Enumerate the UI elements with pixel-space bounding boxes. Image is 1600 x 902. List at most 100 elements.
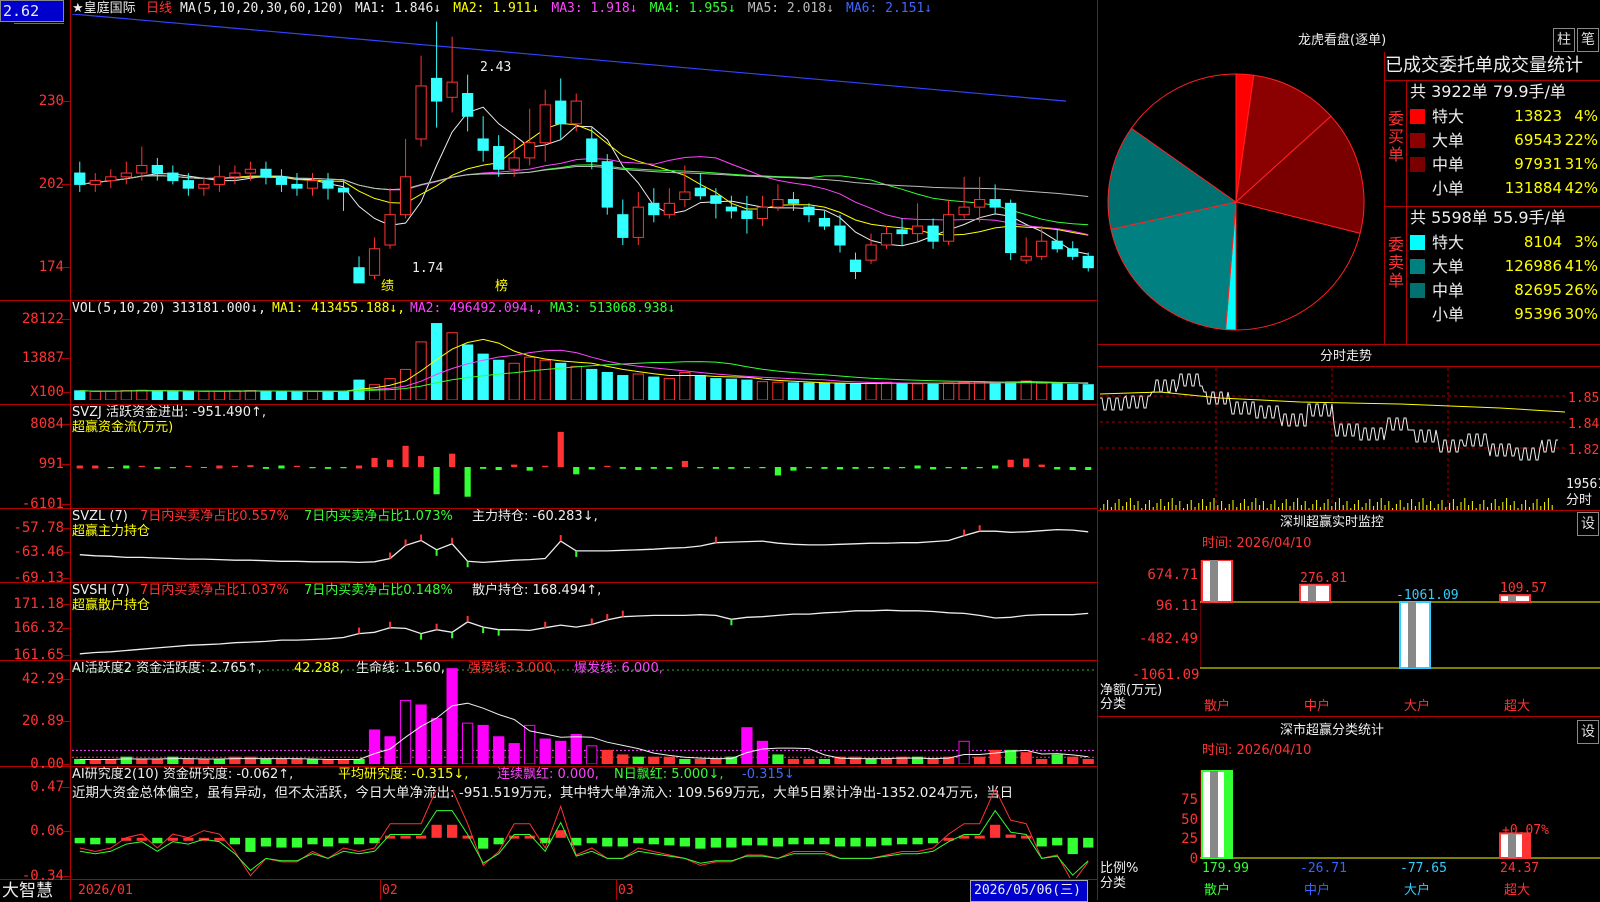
volume-bar: [880, 381, 893, 400]
svzl-chart[interactable]: [72, 518, 1096, 580]
ai-active-bar: [74, 758, 86, 764]
ai-research-bar: [1067, 837, 1078, 855]
volume-bar: [198, 390, 210, 400]
brand-label[interactable]: 大智慧: [2, 882, 53, 900]
ai-research-bar: [152, 837, 163, 844]
ai-research-bar: [896, 837, 908, 845]
volume-bar: [818, 382, 831, 400]
svzj-bar: [247, 465, 254, 468]
svzj-bar: [355, 465, 363, 469]
tab-tick-button[interactable]: 笔: [1577, 28, 1599, 52]
ai-research-chart[interactable]: [72, 790, 1096, 878]
classify-y-unit: 比例%: [1100, 861, 1139, 876]
legend-swatch: [1410, 307, 1425, 322]
svzj-chart[interactable]: [72, 418, 1096, 504]
volume-bar: [167, 390, 179, 400]
order-row-pct: 22%: [1564, 131, 1598, 149]
monitor-category: 散户: [1204, 699, 1231, 714]
vol-yticks-1: 13887: [21, 350, 64, 366]
svzj-bar: [92, 465, 99, 469]
svsh-chart[interactable]: [72, 596, 1096, 658]
air-yticks-tickmark-1: [62, 831, 70, 832]
candle-body: [617, 214, 629, 238]
volume-bar: [1067, 383, 1079, 400]
tab-bar-button[interactable]: 柱: [1553, 28, 1575, 52]
monitor-time: 时间: 2026/04/10: [1202, 536, 1312, 551]
volume-bar: [834, 383, 846, 400]
volume-bar: [524, 356, 536, 400]
current-date-box[interactable]: 2026/05/06(三): [970, 880, 1088, 902]
monitor-settings-button[interactable]: 设: [1577, 512, 1599, 536]
ai-research-bar: [1036, 837, 1047, 847]
candle-body: [213, 176, 226, 185]
order-row-pct: 3%: [1574, 233, 1598, 251]
monitor-bar-3: [1399, 600, 1431, 669]
intraday-title: 分时走势: [1320, 349, 1373, 364]
svzj-bar: [573, 467, 580, 475]
svzj-bar: [604, 465, 611, 468]
volume-bar: [1036, 382, 1048, 400]
svzj-bar: [293, 465, 301, 468]
ai-active-bar: [694, 758, 706, 764]
ai-active-chart[interactable]: [72, 668, 1096, 764]
volume-bar: [710, 378, 722, 400]
svzj-bar: [697, 467, 704, 469]
legend-swatch: [1410, 235, 1425, 250]
volume-bar: [539, 359, 551, 400]
main-yticks-2: 174: [38, 259, 64, 275]
candle-body: [663, 202, 675, 216]
svzj-bar: [666, 467, 673, 469]
candle-body: [260, 168, 272, 178]
ai-research-bar: [974, 835, 985, 839]
order-pie-chart[interactable]: [1106, 62, 1376, 342]
intraday-chart[interactable]: [1100, 368, 1565, 510]
svzj-bar: [542, 465, 549, 468]
order-row-3: 小单 131884 42%: [1410, 176, 1600, 200]
ai-active-bar: [772, 754, 784, 764]
monitor-value-label: 674.71: [1202, 560, 1249, 561]
svsh-yticks-tickmark-1: [62, 628, 70, 629]
svzj-bar: [231, 465, 239, 468]
classify-bar-edge: [1224, 771, 1232, 858]
ai-research-bar: [431, 824, 442, 838]
candle-body: [384, 214, 396, 246]
candle-body: [353, 267, 365, 284]
candle-body: [1082, 255, 1094, 269]
svzj-bar: [774, 467, 782, 476]
event-marker-2[interactable]: 榜: [495, 280, 508, 294]
intraday-vol-tick: 19561: [1566, 477, 1600, 492]
volume-bar: [570, 365, 582, 400]
candle-body: [865, 244, 877, 261]
monitor-bar-chart[interactable]: 674.71 276.81 -1061.09 109.57: [1200, 560, 1600, 710]
order-row-name: 大单: [1432, 257, 1465, 276]
candle-body: [244, 168, 257, 174]
svzj-bar: [681, 460, 688, 468]
volume-bar: [89, 390, 101, 400]
classify-category: 散户: [1204, 883, 1231, 898]
main-yticks-tickmark-2: [62, 267, 70, 268]
price-badge[interactable]: 2.62: [0, 0, 64, 22]
air-yticks-tickmark-2: [62, 876, 70, 877]
candlestick-chart[interactable]: [72, 14, 1096, 298]
ai-research-bar: [617, 837, 628, 847]
divider-bottom: [0, 879, 1097, 880]
ai-active-bar: [663, 756, 675, 764]
event-marker-1[interactable]: 绩: [381, 280, 394, 294]
candle-body: [803, 206, 815, 216]
ai-active-bar: [136, 758, 148, 764]
volume-chart[interactable]: [72, 314, 1096, 400]
ai-active-bar: [306, 758, 319, 764]
classify-settings-button[interactable]: 设: [1577, 720, 1599, 744]
ai-active-bar: [570, 733, 582, 764]
order-row-volume: 95396: [1514, 305, 1562, 323]
ai-research-bar: [229, 837, 241, 845]
candle-body: [787, 199, 800, 204]
order-row-volume: 13823: [1514, 107, 1562, 125]
ai-active-bar: [198, 758, 210, 764]
volume-bar: [322, 390, 334, 400]
monitor-bar-stripe: [1508, 595, 1516, 602]
ai-active-bar: [477, 724, 489, 764]
volume-bar: [663, 378, 675, 400]
volume-bar: [865, 382, 877, 400]
ai-research-bar: [803, 837, 815, 845]
